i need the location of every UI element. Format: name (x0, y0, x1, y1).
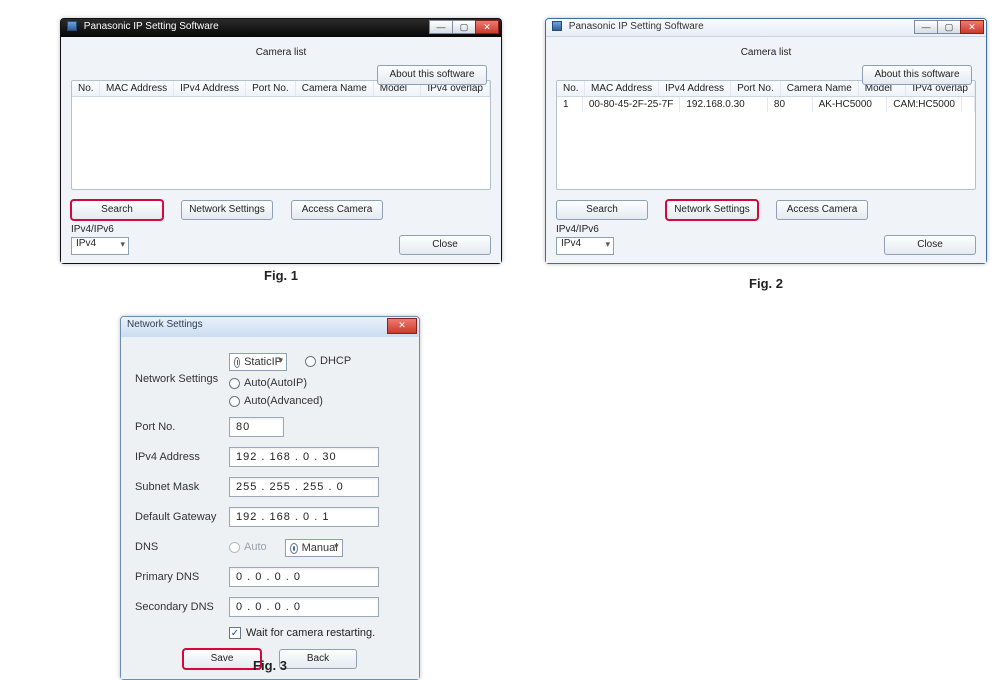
ipv4-input[interactable]: 192 . 168 . 0 . 30 (229, 447, 379, 467)
close-dialog-button[interactable]: ✕ (387, 318, 417, 334)
protocol-select[interactable]: IPv4 (71, 237, 129, 255)
access-camera-button[interactable]: Access Camera (776, 200, 868, 220)
protocol-select[interactable]: IPv4 (556, 237, 614, 255)
fig3-dialog: Network Settings ✕ Network Settings Stat… (120, 316, 420, 680)
search-button[interactable]: Search (556, 200, 648, 220)
subnet-mask-input[interactable]: 255 . 255 . 255 . 0 (229, 477, 379, 497)
fig1-titlebar[interactable]: Panasonic IP Setting Software — ▢ ✕ (61, 19, 501, 37)
primary-dns-input[interactable]: 0 . 0 . 0 . 0 (229, 567, 379, 587)
camera-list-heading: Camera list (556, 47, 976, 58)
minimize-button[interactable]: — (914, 20, 938, 34)
subnet-mask-label: Subnet Mask (135, 481, 229, 493)
default-gateway-label: Default Gateway (135, 511, 229, 523)
dns-manual-radio[interactable]: Manual (285, 539, 343, 557)
col-port[interactable]: Port No. (731, 81, 781, 96)
about-this-software-button[interactable]: About this software (377, 65, 487, 85)
search-button[interactable]: Search (71, 200, 163, 220)
protocol-label: IPv4/IPv6 (71, 224, 129, 235)
fig3-title: Network Settings (127, 319, 203, 330)
camera-grid[interactable]: No. MAC Address IPv4 Address Port No. Ca… (71, 80, 491, 190)
col-camname[interactable]: Camera Name (781, 81, 859, 96)
fig3-caption: Fig. 3 (120, 658, 420, 673)
secondary-dns-input[interactable]: 0 . 0 . 0 . 0 (229, 597, 379, 617)
col-ip[interactable]: IPv4 Address (174, 81, 246, 96)
network-settings-button[interactable]: Network Settings (666, 200, 758, 220)
mode-autoip-radio[interactable]: Auto(AutoIP) (229, 377, 307, 389)
col-camname[interactable]: Camera Name (296, 81, 374, 96)
col-mac[interactable]: MAC Address (585, 81, 659, 96)
fig2-window: Panasonic IP Setting Software — ▢ ✕ Abou… (545, 18, 987, 264)
network-settings-button[interactable]: Network Settings (181, 200, 273, 220)
about-this-software-button[interactable]: About this software (862, 65, 972, 85)
maximize-button[interactable]: ▢ (452, 20, 476, 34)
app-icon (67, 21, 77, 31)
camera-grid[interactable]: No. MAC Address IPv4 Address Port No. Ca… (556, 80, 976, 190)
close-button[interactable]: Close (399, 235, 491, 255)
ipv4-label: IPv4 Address (135, 451, 229, 463)
primary-dns-label: Primary DNS (135, 571, 229, 583)
col-mac[interactable]: MAC Address (100, 81, 174, 96)
col-no[interactable]: No. (557, 81, 585, 96)
maximize-button[interactable]: ▢ (937, 20, 961, 34)
protocol-label: IPv4/IPv6 (556, 224, 614, 235)
network-settings-label: Network Settings (135, 373, 229, 385)
close-window-button[interactable]: ✕ (475, 20, 499, 34)
port-input[interactable]: 80 (229, 417, 284, 437)
port-label: Port No. (135, 421, 229, 433)
camera-list-heading: Camera list (71, 47, 491, 58)
checkmark-icon: ✓ (229, 627, 241, 639)
close-button[interactable]: Close (884, 235, 976, 255)
dns-label: DNS (135, 541, 229, 553)
col-no[interactable]: No. (72, 81, 100, 96)
minimize-button[interactable]: — (429, 20, 453, 34)
col-port[interactable]: Port No. (246, 81, 296, 96)
fig1-title: Panasonic IP Setting Software (84, 21, 219, 32)
app-icon (552, 21, 562, 31)
mode-autoadv-radio[interactable]: Auto(Advanced) (229, 395, 323, 407)
wait-for-restart-checkbox[interactable]: ✓ Wait for camera restarting. (229, 627, 405, 639)
fig2-caption: Fig. 2 (545, 276, 987, 291)
default-gateway-input[interactable]: 192 . 168 . 0 . 1 (229, 507, 379, 527)
fig1-caption: Fig. 1 (60, 268, 502, 283)
fig2-titlebar[interactable]: Panasonic IP Setting Software — ▢ ✕ (546, 19, 986, 37)
dns-auto-radio: Auto (229, 537, 267, 557)
secondary-dns-label: Secondary DNS (135, 601, 229, 613)
table-row[interactable]: 1 00-80-45-2F-25-7F 192.168.0.30 80 AK-H… (557, 97, 975, 112)
mode-staticip-radio[interactable]: StaticIP (229, 353, 287, 371)
access-camera-button[interactable]: Access Camera (291, 200, 383, 220)
fig1-window: Panasonic IP Setting Software — ▢ ✕ Abou… (60, 18, 502, 264)
col-ip[interactable]: IPv4 Address (659, 81, 731, 96)
mode-dhcp-radio[interactable]: DHCP (305, 351, 351, 371)
fig2-title: Panasonic IP Setting Software (569, 21, 704, 32)
fig3-titlebar[interactable]: Network Settings ✕ (121, 317, 419, 337)
close-window-button[interactable]: ✕ (960, 20, 984, 34)
